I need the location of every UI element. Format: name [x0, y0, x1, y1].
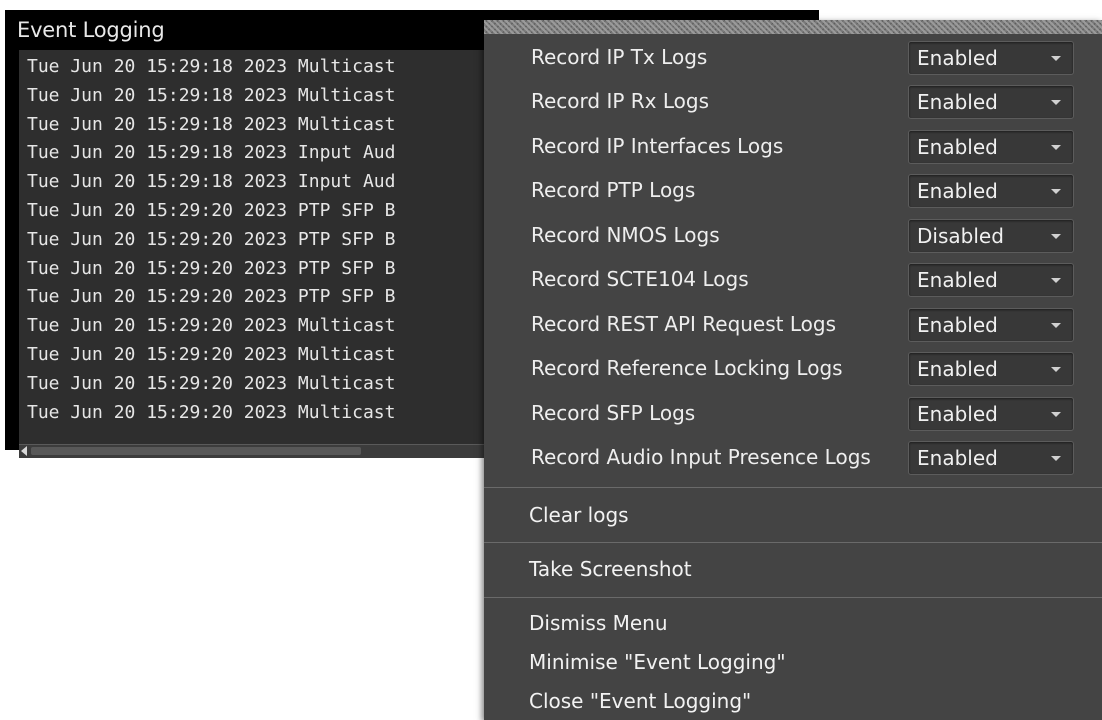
ip-interfaces-logs-select[interactable]: Enabled	[908, 130, 1074, 164]
chevron-down-icon	[1051, 100, 1061, 105]
menu-divider	[484, 487, 1102, 488]
ip-tx-logs-select[interactable]: Enabled	[908, 41, 1074, 75]
setting-row-audio-input-presence: Record Audio Input Presence Logs Enabled	[484, 437, 1102, 481]
minimise-window-item[interactable]: Minimise "Event Logging"	[529, 650, 786, 674]
chevron-down-icon	[1051, 367, 1061, 372]
setting-label: Record NMOS Logs	[531, 223, 720, 247]
setting-label: Record IP Interfaces Logs	[531, 134, 784, 158]
setting-row-rest-api: Record REST API Request Logs Enabled	[484, 304, 1102, 348]
setting-row-scte104: Record SCTE104 Logs Enabled	[484, 259, 1102, 303]
select-value: Enabled	[917, 402, 998, 426]
chevron-down-icon	[1051, 323, 1061, 328]
setting-row-ip-tx: Record IP Tx Logs Enabled	[484, 37, 1102, 81]
chevron-down-icon	[1051, 234, 1061, 239]
select-value: Enabled	[917, 446, 998, 470]
ptp-logs-select[interactable]: Enabled	[908, 174, 1074, 208]
window-title: Event Logging	[17, 18, 165, 42]
setting-label: Record SCTE104 Logs	[531, 267, 749, 291]
setting-row-nmos: Record NMOS Logs Disabled	[484, 215, 1102, 259]
setting-label: Record IP Rx Logs	[531, 89, 710, 113]
close-window-item[interactable]: Close "Event Logging"	[529, 689, 751, 713]
select-value: Enabled	[917, 46, 998, 70]
setting-row-sfp: Record SFP Logs Enabled	[484, 393, 1102, 437]
setting-row-reference-locking: Record Reference Locking Logs Enabled	[484, 348, 1102, 392]
clear-logs-item[interactable]: Clear logs	[529, 503, 629, 527]
setting-label: Record IP Tx Logs	[531, 45, 708, 69]
setting-row-ptp: Record PTP Logs Enabled	[484, 170, 1102, 214]
select-value: Enabled	[917, 313, 998, 337]
context-menu: Record IP Tx Logs Enabled Record IP Rx L…	[484, 20, 1102, 720]
menu-divider	[484, 597, 1102, 598]
setting-label: Record SFP Logs	[531, 401, 696, 425]
reference-locking-logs-select[interactable]: Enabled	[908, 352, 1074, 386]
scte104-logs-select[interactable]: Enabled	[908, 263, 1074, 297]
select-value: Enabled	[917, 135, 998, 159]
select-value: Enabled	[917, 357, 998, 381]
setting-row-ip-rx: Record IP Rx Logs Enabled	[484, 81, 1102, 125]
arrow-left-icon[interactable]	[21, 446, 27, 456]
setting-label: Record Reference Locking Logs	[531, 356, 843, 380]
select-value: Disabled	[917, 224, 1004, 248]
audio-input-presence-logs-select[interactable]: Enabled	[908, 441, 1074, 475]
rest-api-logs-select[interactable]: Enabled	[908, 308, 1074, 342]
menu-divider	[484, 542, 1102, 543]
chevron-down-icon	[1051, 56, 1061, 61]
dismiss-menu-item[interactable]: Dismiss Menu	[529, 611, 668, 635]
chevron-down-icon	[1051, 278, 1061, 283]
ip-rx-logs-select[interactable]: Enabled	[908, 85, 1074, 119]
take-screenshot-item[interactable]: Take Screenshot	[529, 557, 692, 581]
chevron-down-icon	[1051, 189, 1061, 194]
chevron-down-icon	[1051, 456, 1061, 461]
scrollbar-thumb[interactable]	[31, 447, 361, 455]
menu-grip	[484, 20, 1102, 34]
select-value: Enabled	[917, 179, 998, 203]
nmos-logs-select[interactable]: Disabled	[908, 219, 1074, 253]
setting-label: Record Audio Input Presence Logs	[531, 445, 871, 469]
chevron-down-icon	[1051, 412, 1061, 417]
setting-row-ip-interfaces: Record IP Interfaces Logs Enabled	[484, 126, 1102, 170]
setting-label: Record PTP Logs	[531, 178, 696, 202]
select-value: Enabled	[917, 268, 998, 292]
select-value: Enabled	[917, 90, 998, 114]
chevron-down-icon	[1051, 145, 1061, 150]
sfp-logs-select[interactable]: Enabled	[908, 397, 1074, 431]
setting-label: Record REST API Request Logs	[531, 312, 836, 336]
